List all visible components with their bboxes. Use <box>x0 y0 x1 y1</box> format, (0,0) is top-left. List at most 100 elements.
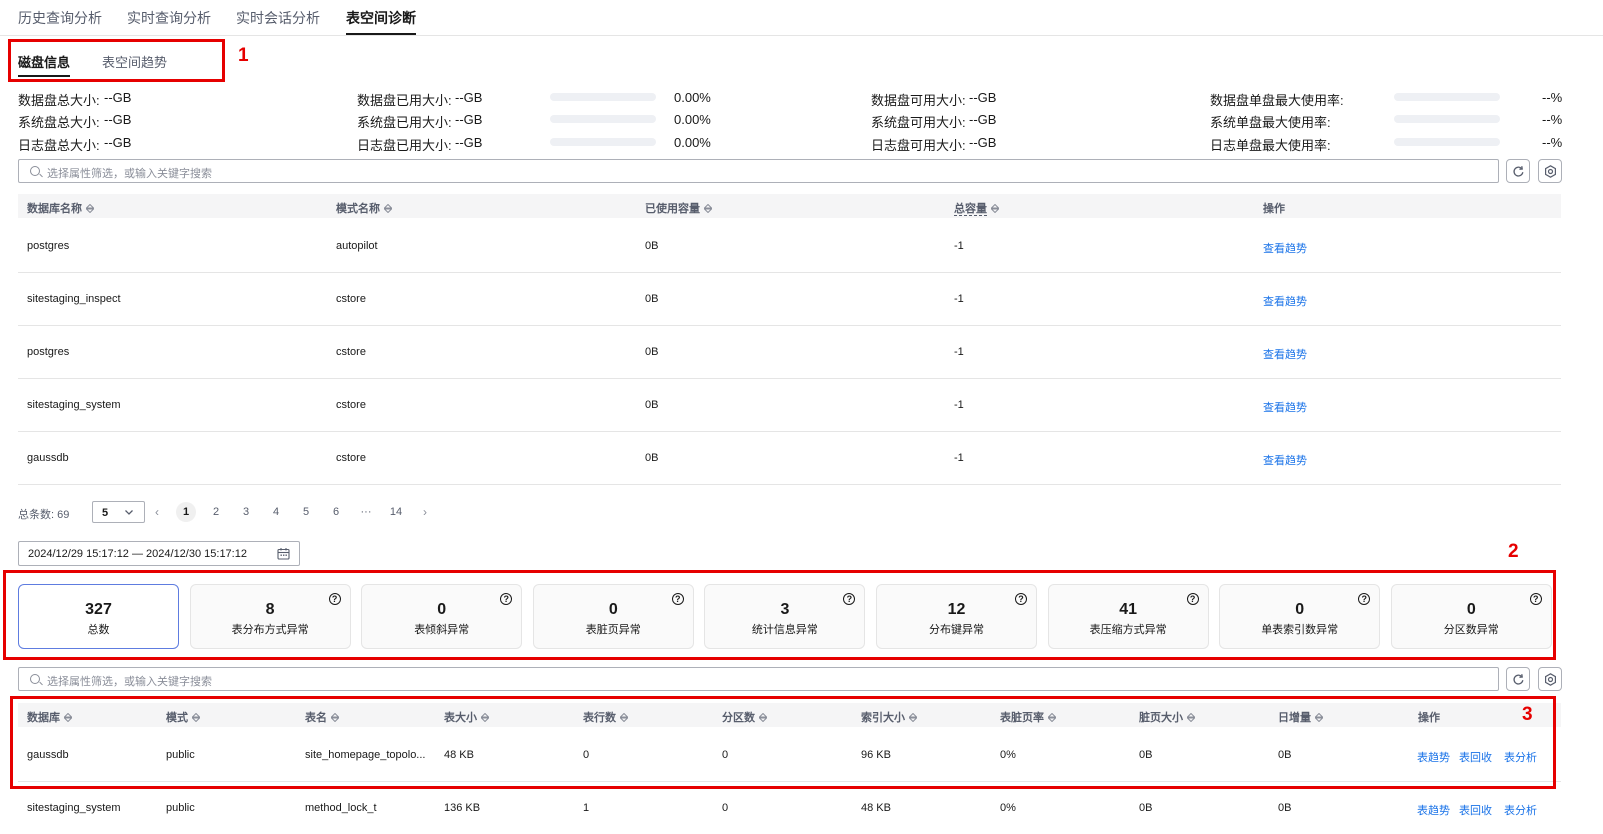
sort-icon[interactable] <box>85 203 95 216</box>
table-trend-link[interactable]: 表趋势 <box>1417 802 1450 818</box>
sort-icon[interactable] <box>619 712 629 725</box>
refresh-button[interactable] <box>1506 159 1530 183</box>
column-header-database[interactable]: 数据库名称 <box>27 200 95 216</box>
help-icon[interactable]: ? <box>671 593 684 605</box>
table-header-tables: 数据库 模式 表名 表大小 表行数 分区数 索引大小 表脏页率 脏页大小 日增量 操作 <box>18 703 1561 727</box>
sort-icon[interactable] <box>1186 712 1196 725</box>
prev-page-icon[interactable]: ‹ <box>155 505 159 519</box>
column-header-schema[interactable]: 模式名称 <box>336 200 393 216</box>
anomaly-card[interactable]: 0 单表索引数异常? <box>1219 584 1381 649</box>
tab-realtime-query[interactable]: 实时查询分析 <box>127 8 211 35</box>
settings-button[interactable] <box>1538 159 1562 183</box>
table-reclaim-link[interactable]: 表回收 <box>1459 749 1492 765</box>
table-row: sitestaging_system cstore 0B -1 查看趋势 <box>18 379 1561 432</box>
sort-icon[interactable] <box>191 712 201 725</box>
page-size-select[interactable]: 5 <box>92 501 145 523</box>
sort-icon[interactable] <box>703 203 713 216</box>
help-icon[interactable]: ? <box>1186 593 1199 605</box>
subtab-disk-info[interactable]: 磁盘信息 <box>18 52 71 77</box>
column-header[interactable]: 脏页大小 <box>1139 709 1196 725</box>
search-input-tables[interactable]: 选择属性筛选，或输入关键字搜索 <box>18 667 1499 691</box>
table-cell: 0B <box>1278 802 1292 814</box>
anomaly-card[interactable]: 8 表分布方式异常? <box>189 584 351 649</box>
stat-system-max-value: --% <box>1542 112 1563 127</box>
table-analyze-link[interactable]: 表分析 <box>1504 802 1537 818</box>
view-trend-link[interactable]: 查看趋势 <box>1263 399 1307 415</box>
tab-history-query[interactable]: 历史查询分析 <box>18 8 102 35</box>
help-icon[interactable]: ? <box>328 593 341 605</box>
table-row: sitestaging_system public method_lock_t 136… <box>18 782 1561 834</box>
column-header[interactable]: 表行数 <box>583 709 629 725</box>
tab-tablespace-diagnosis[interactable]: 表空间诊断 <box>346 8 416 35</box>
table-trend-link[interactable]: 表趋势 <box>1417 749 1450 765</box>
search-input-disk[interactable]: 选择属性筛选，或输入关键字搜索 <box>18 159 1499 183</box>
help-icon[interactable]: ? <box>1529 593 1542 605</box>
view-trend-link[interactable]: 查看趋势 <box>1263 240 1307 256</box>
date-range-picker[interactable]: 2024/12/29 15:17:12 — 2024/12/30 15:17:1… <box>18 541 300 566</box>
view-trend-link[interactable]: 查看趋势 <box>1263 346 1307 362</box>
table-cell: -1 <box>954 240 964 252</box>
settings-button[interactable] <box>1538 667 1562 691</box>
anomaly-card[interactable]: 41 表压缩方式异常? <box>1047 584 1209 649</box>
subtab-tablespace-trend[interactable]: 表空间趋势 <box>102 52 167 77</box>
page-ellipsis[interactable]: ··· <box>356 506 376 518</box>
column-header-used[interactable]: 已使用容量 <box>645 200 713 216</box>
help-icon[interactable]: ? <box>1015 593 1027 605</box>
card-label: 分布键异常 <box>929 624 984 636</box>
column-header[interactable]: 模式 <box>166 709 201 725</box>
anomaly-card[interactable]: 12 分布键异常? <box>876 584 1037 649</box>
anomaly-card[interactable]: 327 总数 <box>18 584 179 649</box>
sort-icon[interactable] <box>758 712 768 725</box>
page-6[interactable]: 6 <box>326 506 346 518</box>
page-14[interactable]: 14 <box>386 506 406 518</box>
column-header-total[interactable]: 总容量 <box>954 200 1000 216</box>
refresh-icon <box>1513 674 1524 685</box>
page-4[interactable]: 4 <box>266 506 286 518</box>
next-page-icon[interactable]: › <box>423 505 427 519</box>
tab-realtime-session[interactable]: 实时会话分析 <box>236 8 320 35</box>
card-count: 3 <box>780 601 790 618</box>
table-cell: 0B <box>645 293 659 305</box>
column-header[interactable]: 索引大小 <box>861 709 918 725</box>
sort-icon[interactable] <box>63 712 73 725</box>
column-header[interactable]: 数据库 <box>27 709 73 725</box>
sort-icon[interactable] <box>990 203 1000 216</box>
sort-icon[interactable] <box>383 203 393 216</box>
column-header[interactable]: 表名 <box>305 709 340 725</box>
table-cell: postgres <box>27 346 70 358</box>
stat-log-used-pct: 0.00% <box>674 135 711 150</box>
anomaly-card[interactable]: 0 分区数异常? <box>1390 584 1552 649</box>
page-1[interactable]: 1 <box>176 502 196 522</box>
anomaly-card[interactable]: 0 表倾斜异常? <box>361 584 523 649</box>
stat-data-max-bar <box>1394 93 1500 101</box>
sort-icon[interactable] <box>330 712 340 725</box>
column-header[interactable]: 表大小 <box>444 709 490 725</box>
page-5[interactable]: 5 <box>296 506 316 518</box>
view-trend-link[interactable]: 查看趋势 <box>1263 293 1307 309</box>
sort-icon[interactable] <box>1047 712 1057 725</box>
sort-icon[interactable] <box>480 712 490 725</box>
card-label: 总数 <box>87 624 110 636</box>
column-header[interactable]: 表脏页率 <box>1000 709 1057 725</box>
table-reclaim-link[interactable]: 表回收 <box>1459 802 1492 818</box>
sort-icon[interactable] <box>1314 712 1324 725</box>
anomaly-card[interactable]: 3 统计信息异常? <box>704 584 866 649</box>
refresh-button[interactable] <box>1506 667 1530 691</box>
table-cell: gaussdb <box>27 749 69 761</box>
table-analyze-link[interactable]: 表分析 <box>1504 749 1537 765</box>
table-cell: 96 KB <box>861 749 891 761</box>
table-cell: public <box>166 802 195 814</box>
page-3[interactable]: 3 <box>236 506 256 518</box>
column-header[interactable]: 日增量 <box>1278 709 1324 725</box>
table-cell: cstore <box>336 399 366 411</box>
view-trend-link[interactable]: 查看趋势 <box>1263 452 1307 468</box>
table-cell: method_lock_t <box>305 802 377 814</box>
stat-log-avail-label: 日志盘可用大小: <box>871 138 966 153</box>
table-cell: postgres <box>27 240 70 252</box>
sort-icon[interactable] <box>908 712 918 725</box>
anomaly-card[interactable]: 0 表脏页异常? <box>532 584 694 649</box>
gear-icon <box>1545 673 1556 686</box>
page-2[interactable]: 2 <box>206 506 226 518</box>
search-placeholder: 选择属性筛选，或输入关键字搜索 <box>47 676 212 688</box>
column-header[interactable]: 分区数 <box>722 709 768 725</box>
